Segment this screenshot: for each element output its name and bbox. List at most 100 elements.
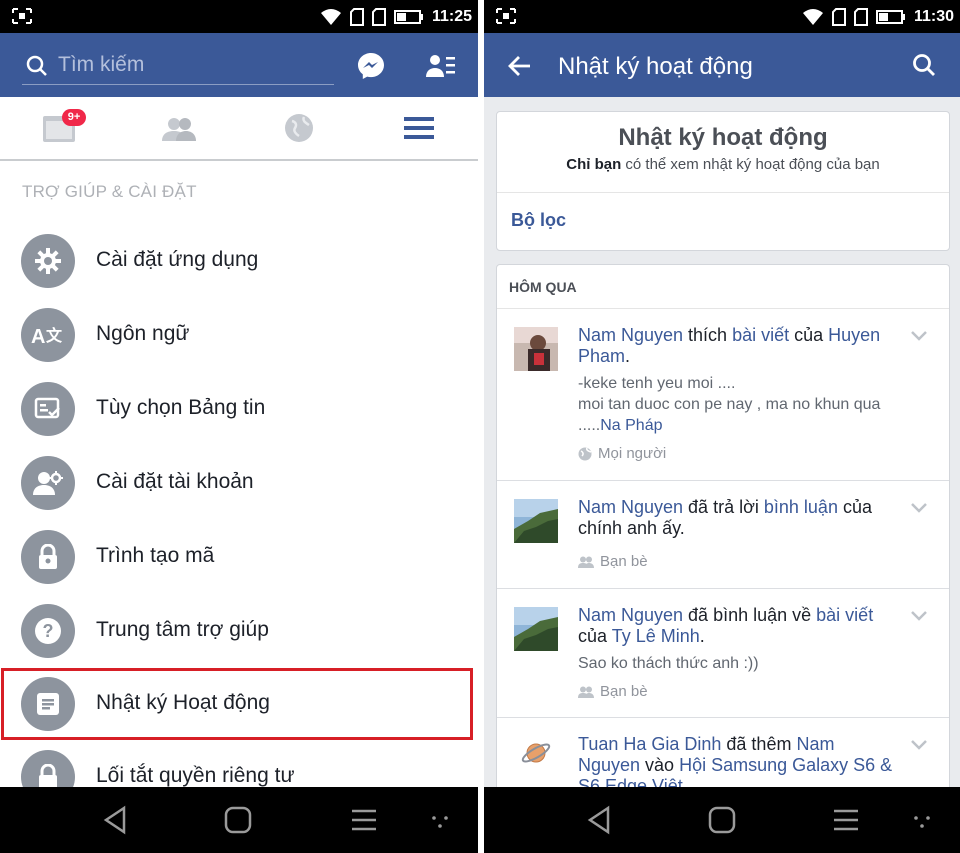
battery-icon [393,9,423,24]
screenshot-icon [12,8,32,24]
tab-menu-icon[interactable] [404,117,434,139]
back-nav-icon[interactable] [100,804,132,836]
news-feed-preferences-icon [21,382,75,436]
menu-item-code-generator[interactable]: Trình tạo mã [0,522,478,594]
recents-nav-icon[interactable] [348,804,380,836]
help-icon: ? [21,604,75,658]
excerpt-link[interactable]: Na Pháp [600,417,662,434]
audience-label: Mọi người [578,445,666,462]
mid-text: của [789,325,829,345]
verb-text: thích [683,325,733,345]
activity-entry[interactable]: Nam Nguyen thích bài viết của Huyen Pham… [497,309,949,481]
svg-text:A: A [31,326,45,347]
group-planet-icon [521,743,551,763]
verb-text: đã trả lời [683,497,764,517]
excerpt-line: -keke tenh yeu moi .... [578,375,736,392]
more-nav-icon[interactable] [910,804,934,836]
actor-link[interactable]: Nam Nguyen [578,605,683,625]
audience-text: Mọi người [598,445,667,462]
screenshot-icon [496,8,516,24]
actor-link[interactable]: Tuan Ha Gia Dinh [578,734,721,754]
object-link[interactable]: bình luận [764,497,838,517]
wifi-icon [320,8,341,25]
friend-requests-icon[interactable] [426,53,456,79]
entry-thumbnail [514,499,558,543]
svg-text:文: 文 [46,326,63,345]
actor-link[interactable]: Nam Nguyen [578,497,683,517]
divider [497,192,949,193]
menu-label: Lối tắt quyền riêng tư [96,764,295,787]
verb-text: đã bình luận về [683,605,817,625]
account-settings-icon [21,456,75,510]
actor-link[interactable]: Nam Nguyen [578,325,683,345]
menu-item-news-feed-preferences[interactable]: Tùy chọn Bảng tin [0,374,478,446]
status-time: 11:25 [431,7,472,25]
filter-link[interactable]: Bộ lọc [511,210,566,231]
friends-audience-icon [578,556,594,568]
menu-label: Tùy chọn Bảng tin [96,396,266,419]
app-header: Nhật ký hoạt động [484,33,960,97]
chevron-down-icon[interactable] [911,503,927,513]
search-input[interactable]: Tìm kiếm [22,47,334,85]
tab-friends-icon[interactable] [162,117,196,141]
back-nav-icon[interactable] [584,804,616,836]
mid-text: vào [640,755,680,775]
highlight-box [1,668,473,740]
lock-icon [21,530,75,584]
android-nav-bar [484,787,960,853]
home-nav-icon[interactable] [706,804,738,836]
excerpt-plain: ..... [578,417,601,434]
messenger-icon[interactable] [356,51,386,81]
target-link[interactable]: Ty Lê Minh [612,626,700,646]
excerpt-line: Sao ko thách thức anh :)) [578,655,759,672]
back-arrow-icon[interactable] [508,55,532,77]
sim2-icon [371,7,386,26]
sim-icon [349,7,364,26]
menu-item-app-settings[interactable]: Cài đặt ứng dụng [0,226,478,298]
language-icon: A文 [21,308,75,362]
activity-log-header-card: Nhật ký hoạt động Chỉ bạn có thể xem nhậ… [496,111,950,251]
subtitle-rest: có thể xem nhật ký hoạt động của bạn [621,156,880,173]
recents-nav-icon[interactable] [830,804,862,836]
home-nav-icon[interactable] [222,804,254,836]
menu-item-language[interactable]: A文 Ngôn ngữ [0,300,478,372]
search-icon [26,55,47,76]
more-nav-icon[interactable] [428,804,452,836]
search-placeholder: Tìm kiếm [58,53,145,76]
status-time: 11:30 [913,7,954,25]
menu-label: Trình tạo mã [96,544,215,567]
activity-list-card: HÔM QUA Nam Nguyen thích bài viết của Hu… [496,264,950,824]
right-screen: 11:30 Nhật ký hoạt động Nhật ký hoạt độn… [484,0,960,853]
menu-label: Cài đặt ứng dụng [96,248,259,271]
subtitle-bold: Chỉ bạn [566,156,622,173]
entry-text: Nam Nguyen thích bài viết của Huyen Pham… [578,325,898,367]
chevron-down-icon[interactable] [911,740,927,750]
menu-item-account-settings[interactable]: Cài đặt tài khoản [0,448,478,520]
activity-entry[interactable]: Nam Nguyen đã trả lời bình luận của chính… [497,481,949,589]
status-bar: 11:25 [0,0,478,33]
entry-text: Nam Nguyen đã trả lời bình luận của chính… [578,497,898,539]
menu-item-help-center[interactable]: ? Trung tâm trợ giúp [0,596,478,668]
entry-excerpt: -keke tenh yeu moi .... moi tan duoc con… [578,373,928,436]
left-screen: 11:25 Tìm kiếm 9+ TRỢ GIÚP & CÀI ĐẶT Cài… [0,0,478,853]
chevron-down-icon[interactable] [911,611,927,621]
tab-notifications-globe-icon[interactable] [284,113,314,143]
end-text: . [699,626,705,646]
chevron-down-icon[interactable] [911,331,927,341]
mid-text: của [837,497,872,517]
excerpt-line: moi tan duoc con pe nay , ma no khun qua [578,396,881,413]
day-label: HÔM QUA [509,279,577,295]
object-link[interactable]: bài viết [732,325,789,345]
sim-icon [831,7,846,26]
battery-icon [875,9,905,24]
activity-entry[interactable]: Nam Nguyen đã bình luận về bài viết của T… [497,589,949,718]
android-nav-bar [0,787,478,853]
menu-label: Trung tâm trợ giúp [96,618,269,641]
app-header: Tìm kiếm [0,33,478,97]
rest-text: chính anh ấy. [578,518,685,538]
search-icon[interactable] [912,53,936,77]
card-subtitle: Chỉ bạn có thể xem nhật ký hoạt động của… [497,156,949,173]
object-link[interactable]: bài viết [816,605,873,625]
menu-label: Ngôn ngữ [96,322,190,345]
audience-label: Bạn bè [578,683,648,700]
